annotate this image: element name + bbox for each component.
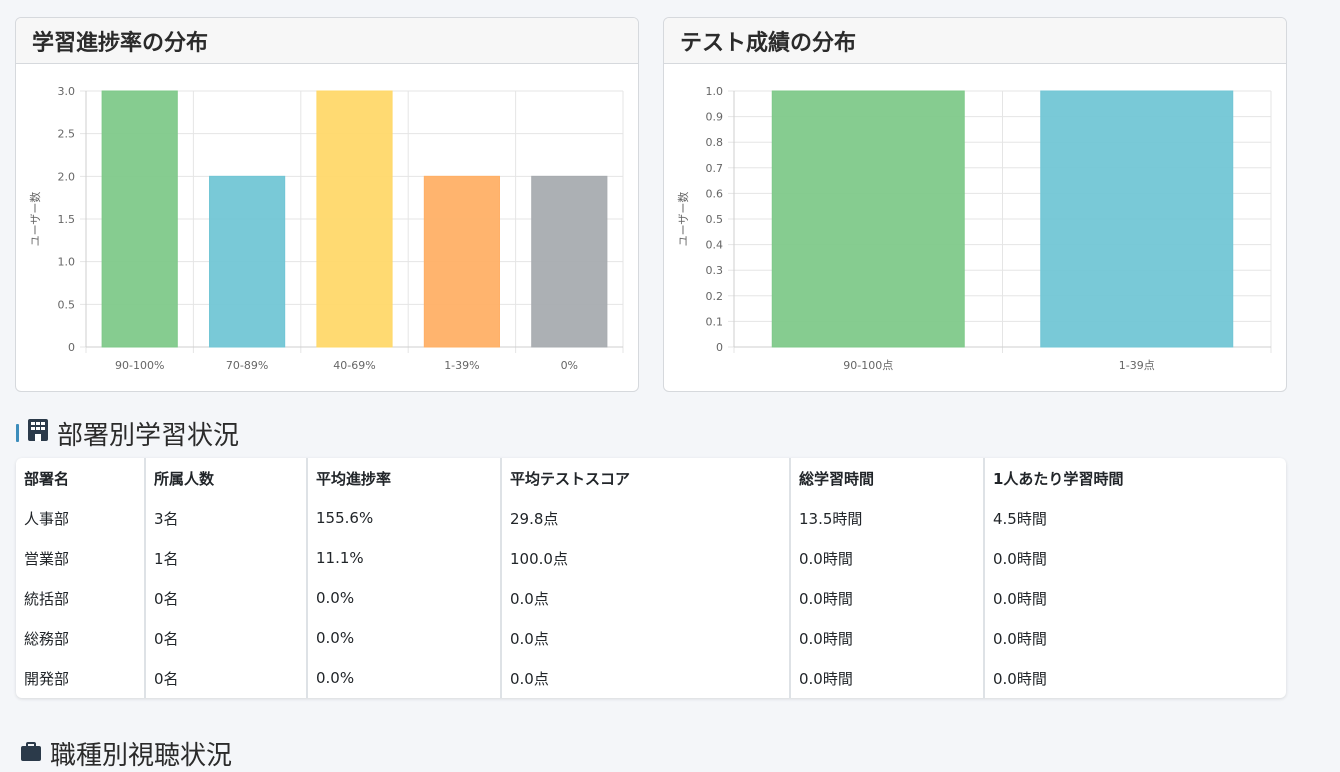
x-tick-label: 90-100% — [115, 359, 164, 372]
y-tick-label: 0.3 — [706, 264, 724, 277]
col-header-time-per-person: 1人あたり学習時間 — [993, 469, 1124, 488]
col-header-members: 所属人数 — [145, 458, 308, 498]
y-axis-title: ユーザー数 — [29, 192, 42, 247]
test-chart-title: テスト成績の分布 — [664, 18, 1286, 64]
cell-department: 営業部 — [16, 538, 146, 578]
section-accent-bar — [16, 424, 19, 442]
y-tick-label: 0 — [68, 341, 75, 354]
y-tick-label: 0.5 — [706, 213, 724, 226]
cell-avg-test-score: 0.0点 — [501, 618, 791, 658]
table-row: 総務部 0名 0.0% 0.0点 0.0時間 0.0時間 — [16, 618, 1286, 658]
bar[interactable] — [531, 175, 608, 348]
y-tick-label: 1.0 — [58, 256, 76, 269]
cell-avg-progress: 0.0% — [307, 658, 502, 698]
cell-members: 0名 — [145, 658, 308, 698]
y-tick-label: 2.0 — [58, 170, 76, 183]
y-tick-label: 0.7 — [706, 162, 724, 175]
y-tick-label: 3.0 — [58, 85, 76, 98]
y-tick-label: 1.5 — [58, 213, 76, 226]
cell-members: 0名 — [145, 618, 308, 658]
y-tick-label: 2.5 — [58, 128, 76, 141]
col-header-avg-test-score: 平均テストスコア — [501, 458, 791, 498]
y-tick-label: 1.0 — [706, 85, 724, 98]
cell-avg-progress: 0.0% — [307, 618, 502, 658]
cell-total-time: 0.0時間 — [790, 578, 985, 618]
cell-time-per-person: 0.0時間 — [993, 549, 1047, 568]
bar[interactable] — [209, 175, 286, 348]
progress-distribution-card: 学習進捗率の分布 0 0.5 1.0 1.5 2.0 2.5 3.0 90-100% 70-89… — [15, 17, 639, 392]
next-section-title-text: 職種別視聴状況 — [50, 741, 233, 771]
briefcase-icon — [20, 739, 42, 769]
cell-avg-test-score: 0.0点 — [501, 578, 791, 618]
bar[interactable] — [771, 90, 965, 348]
bar[interactable] — [1040, 90, 1234, 348]
cell-members: 1名 — [145, 538, 308, 578]
y-tick-label: 0.8 — [706, 136, 724, 149]
y-tick-label: 0.1 — [706, 315, 724, 328]
cell-members: 3名 — [145, 498, 308, 538]
department-section-title: 部署別学習状況 — [16, 415, 239, 451]
y-tick-label: 0 — [716, 341, 723, 354]
cell-total-time: 0.0時間 — [790, 618, 985, 658]
cell-avg-test-score: 0.0点 — [501, 658, 791, 698]
department-table: 部署名 所属人数 平均進捗率 平均テストスコア 総学習時間 1人あたり学習時間 … — [16, 458, 1286, 698]
col-header-total-time: 総学習時間 — [790, 458, 985, 498]
bar[interactable] — [101, 90, 178, 348]
test-score-distribution-chart: 0 0.1 0.2 0.3 0.4 0.5 0.6 0.7 0.8 0.9 1.0 90-100点 1-… — [677, 85, 1272, 372]
section-title-text: 部署別学習状況 — [57, 420, 240, 451]
table-row: 統括部 0名 0.0% 0.0点 0.0時間 0.0時間 — [16, 578, 1286, 618]
cell-time-per-person: 0.0時間 — [993, 589, 1047, 608]
progress-chart-title: 学習進捗率の分布 — [16, 18, 638, 64]
table-row: 開発部 0名 0.0% 0.0点 0.0時間 0.0時間 — [16, 658, 1286, 698]
y-tick-label: 0.2 — [706, 290, 724, 303]
y-tick-label: 0.6 — [706, 187, 724, 200]
job-type-section-title: 職種別視聴状況 — [20, 735, 232, 772]
cell-total-time: 0.0時間 — [790, 658, 985, 698]
cell-time-per-person: 4.5時間 — [993, 509, 1047, 528]
cell-avg-test-score: 29.8点 — [501, 498, 791, 538]
table-row: 営業部 1名 11.1% 100.0点 0.0時間 0.0時間 — [16, 538, 1286, 578]
cell-department: 開発部 — [16, 658, 146, 698]
cell-total-time: 0.0時間 — [790, 538, 985, 578]
x-tick-label: 90-100点 — [843, 359, 893, 372]
cell-time-per-person: 0.0時間 — [993, 629, 1047, 648]
col-header-avg-progress: 平均進捗率 — [307, 458, 502, 498]
cell-avg-test-score: 100.0点 — [501, 538, 791, 578]
cell-avg-progress: 0.0% — [307, 578, 502, 618]
x-tick-label: 1-39点 — [1119, 359, 1155, 372]
bar[interactable] — [423, 175, 500, 348]
table-row: 人事部 3名 155.6% 29.8点 13.5時間 4.5時間 — [16, 498, 1286, 538]
y-tick-label: 0.5 — [58, 298, 76, 311]
cell-department: 人事部 — [16, 498, 146, 538]
cell-avg-progress: 155.6% — [307, 498, 502, 538]
x-tick-label: 0% — [561, 359, 578, 372]
cell-avg-progress: 11.1% — [307, 538, 502, 578]
table-header-row: 部署名 所属人数 平均進捗率 平均テストスコア 総学習時間 1人あたり学習時間 — [16, 458, 1286, 498]
cell-total-time: 13.5時間 — [790, 498, 985, 538]
cell-department: 統括部 — [16, 578, 146, 618]
test-score-distribution-card: テスト成績の分布 0 0.1 0.2 0.3 0.4 0.5 0.6 0.7 0.8 0.9 1.0… — [663, 17, 1287, 392]
col-header-department: 部署名 — [16, 458, 146, 498]
y-tick-label: 0.9 — [706, 111, 724, 124]
y-tick-label: 0.4 — [706, 239, 724, 252]
progress-distribution-chart: 0 0.5 1.0 1.5 2.0 2.5 3.0 90-100% 70-89% 40-69% 1-… — [29, 85, 624, 372]
cell-time-per-person: 0.0時間 — [993, 669, 1047, 688]
cell-department: 総務部 — [16, 618, 146, 658]
x-tick-label: 40-69% — [333, 359, 375, 372]
y-axis-title: ユーザー数 — [677, 192, 690, 247]
department-table-card: 部署名 所属人数 平均進捗率 平均テストスコア 総学習時間 1人あたり学習時間 … — [16, 458, 1286, 698]
cell-members: 0名 — [145, 578, 308, 618]
x-tick-label: 70-89% — [226, 359, 268, 372]
building-icon — [27, 418, 49, 449]
x-tick-label: 1-39% — [444, 359, 479, 372]
bar[interactable] — [316, 90, 393, 348]
